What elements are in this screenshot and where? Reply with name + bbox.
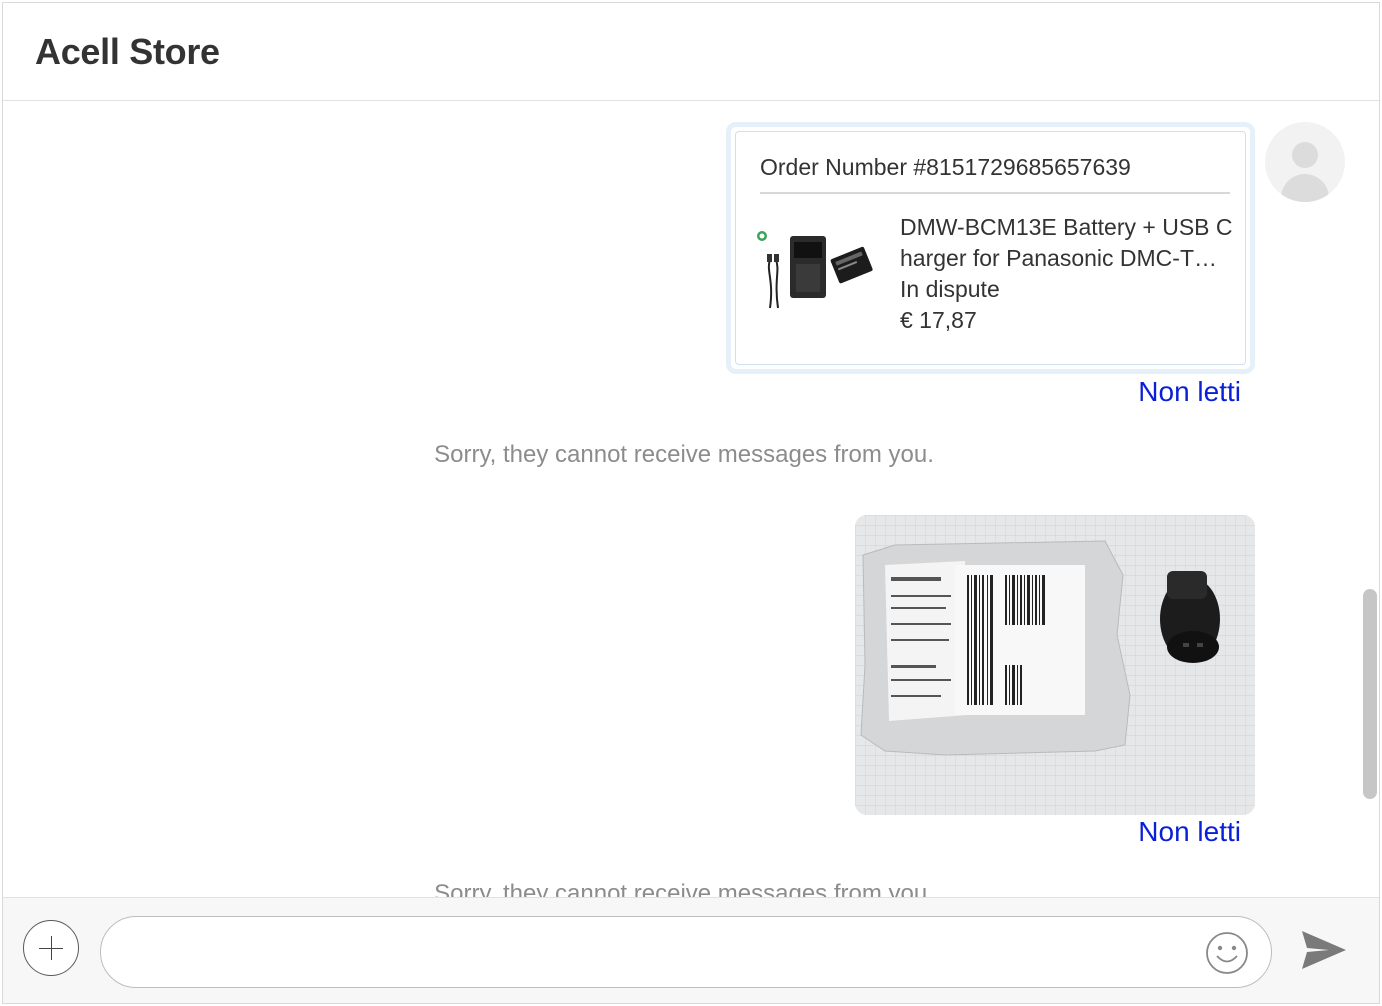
store-name: Acell Store: [35, 31, 220, 72]
scrollbar[interactable]: [1361, 115, 1379, 895]
read-status-link[interactable]: Non letti: [1138, 816, 1241, 848]
system-notice: Sorry, they cannot receive messages from…: [434, 441, 934, 468]
product-name: DMW-BCM13E Battery + USB Charger for Pan…: [900, 214, 1233, 271]
system-notice: Sorry, they cannot receive messages from…: [434, 880, 934, 897]
order-card[interactable]: Order Number #8151729685657639 DMW-BCM13…: [726, 122, 1255, 374]
chat-window: Acell Store Order Number #81517296856576…: [2, 2, 1380, 1004]
scrollbar-thumb[interactable]: [1363, 589, 1377, 799]
smiley-icon[interactable]: [1203, 929, 1251, 977]
divider: [760, 192, 1230, 194]
chat-header: Acell Store: [3, 3, 1379, 101]
order-number: Order Number #8151729685657639: [760, 154, 1131, 180]
order-status: In dispute: [900, 276, 1000, 302]
message-input-box[interactable]: [100, 916, 1272, 988]
read-status-link[interactable]: Non letti: [1138, 376, 1241, 408]
message-composer: [3, 897, 1379, 1003]
product-image: [757, 231, 873, 309]
product-info: DMW-BCM13E Battery + USB Charger for Pan…: [900, 212, 1240, 336]
message-list[interactable]: Order Number #8151729685657639 DMW-BCM13…: [3, 102, 1379, 897]
user-avatar-icon: [1265, 122, 1345, 202]
order-price: € 17,87: [900, 307, 977, 333]
message-input[interactable]: [125, 935, 1185, 969]
paper-plane-icon[interactable]: [1299, 928, 1349, 972]
plus-icon[interactable]: [23, 920, 79, 976]
attached-photo[interactable]: [855, 515, 1255, 815]
